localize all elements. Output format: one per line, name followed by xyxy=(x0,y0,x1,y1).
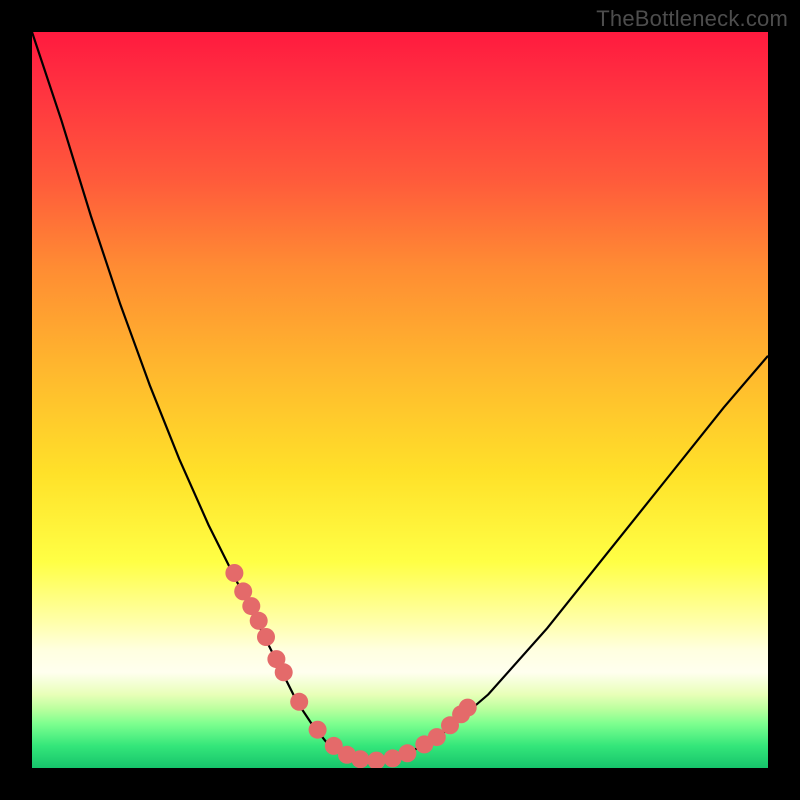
marker-group xyxy=(225,564,476,768)
outer-frame: TheBottleneck.com xyxy=(0,0,800,800)
bottleneck-curve-path xyxy=(32,32,768,761)
data-point-marker xyxy=(398,744,416,762)
watermark-text: TheBottleneck.com xyxy=(596,6,788,32)
data-point-marker xyxy=(351,750,369,768)
chart-svg xyxy=(32,32,768,768)
data-point-marker xyxy=(257,628,275,646)
data-point-marker xyxy=(225,564,243,582)
data-point-marker xyxy=(459,699,477,717)
plot-area xyxy=(32,32,768,768)
data-point-marker xyxy=(367,752,385,768)
data-point-marker xyxy=(309,721,327,739)
data-point-marker xyxy=(275,663,293,681)
bottleneck-curve xyxy=(32,32,768,761)
data-point-marker xyxy=(290,693,308,711)
data-point-marker xyxy=(250,612,268,630)
